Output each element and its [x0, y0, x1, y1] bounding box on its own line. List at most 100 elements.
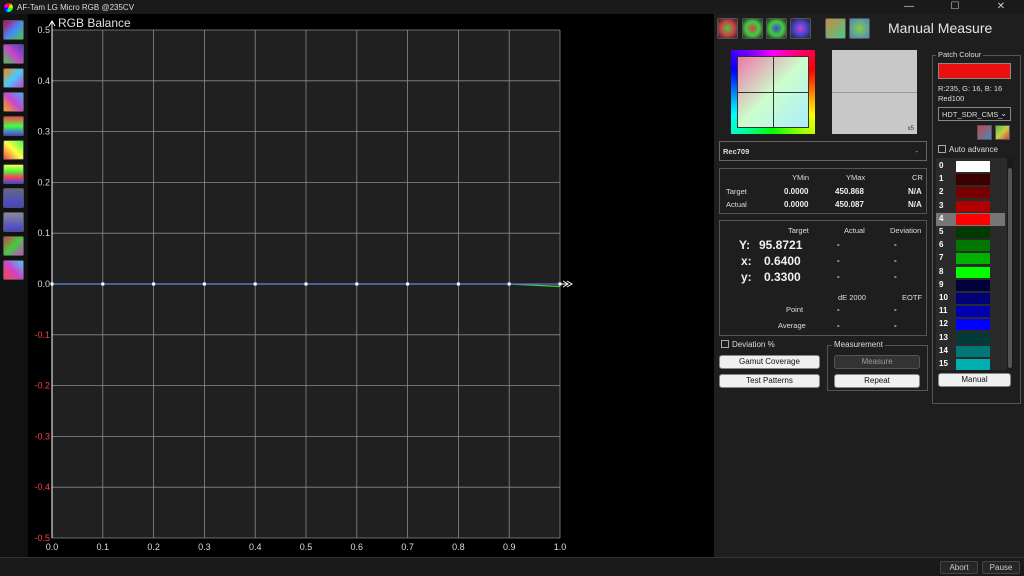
colorspace-name: Rec709 [723, 147, 750, 156]
gamut-icon[interactable] [3, 44, 24, 64]
patch-swatch [956, 187, 990, 199]
scrollbar-thumb[interactable] [1008, 168, 1012, 368]
preview-zoom: x5 [907, 126, 914, 132]
patch-icon-2[interactable] [742, 18, 763, 39]
y-luma-actual: - [837, 240, 840, 249]
average-de: - [837, 321, 840, 330]
rgb-balance-icon[interactable] [3, 116, 24, 136]
maximize-button[interactable]: ☐ [932, 0, 978, 14]
deviation-checkbox[interactable] [721, 340, 729, 348]
target-icon[interactable] [849, 18, 870, 39]
patch-row-10[interactable]: 10 [936, 292, 1005, 305]
repeat-button[interactable]: Repeat [834, 374, 920, 388]
patch-row-6[interactable]: 6 [936, 239, 1005, 252]
colorspace-extra: - [915, 147, 919, 156]
meas-deviation-header: Deviation [890, 226, 922, 235]
patch-row-1[interactable]: 1 [936, 173, 1005, 186]
cie-diagram-icon[interactable] [3, 20, 24, 40]
target-label: Target [726, 187, 747, 196]
y-luma-deviation: - [894, 240, 897, 249]
patch-row-14[interactable]: 14 [936, 345, 1005, 358]
x-tick-label: 0.2 [147, 542, 160, 552]
x-tick-label: 0.4 [249, 542, 262, 552]
average-eotf: - [894, 321, 897, 330]
patch-row-8[interactable]: 8 [936, 266, 1005, 279]
abort-button[interactable]: Abort [940, 561, 978, 574]
patch-icon-4[interactable] [790, 18, 811, 39]
patch-list-scrollbar[interactable] [1007, 158, 1013, 370]
patch-number: 8 [939, 266, 944, 276]
patch-swatch [956, 200, 990, 212]
data-point [50, 282, 54, 286]
gamut-coverage-button[interactable]: Gamut Coverage [719, 355, 820, 369]
patch-icon-1[interactable] [717, 18, 738, 39]
patch-row-0[interactable]: 0 [936, 160, 1005, 173]
patch-rgb-values: R:235, G: 16, B: 16 [938, 84, 1003, 93]
deltae-icon[interactable] [3, 188, 24, 208]
actual-ymin: 0.0000 [784, 200, 809, 209]
title-bar: AF-Tam LG Micro RGB @235CV — ☐ ✕ [0, 0, 1024, 14]
patch-editor-icon[interactable] [977, 125, 992, 140]
luminance-icon[interactable] [3, 140, 24, 160]
patch-number: 4 [939, 213, 944, 223]
patch-swatch [956, 279, 990, 291]
auto-advance-checkbox[interactable] [938, 145, 946, 153]
y-luma-target: 95.8721 [759, 238, 803, 252]
spectrum-icon[interactable] [3, 260, 24, 280]
measurement-table: Target Actual Deviation Y: 95.8721 - - x… [719, 220, 927, 336]
patch-row-13[interactable]: 13 [936, 332, 1005, 345]
close-button[interactable]: ✕ [978, 0, 1024, 14]
patch-row-2[interactable]: 2 [936, 186, 1005, 199]
x-deviation: - [894, 256, 897, 265]
ymin-header: YMin [792, 173, 810, 182]
color-picker[interactable] [731, 50, 815, 134]
eotf-icon[interactable] [3, 212, 24, 232]
patch-preset-value: HDT_SDR_CMS_ [942, 110, 1003, 119]
x-tick-label: 0.9 [503, 542, 516, 552]
patch-row-4[interactable]: 4 [936, 212, 1005, 226]
x-tick-label: 0.5 [300, 542, 313, 552]
status-bar: Abort Pause [0, 557, 1024, 576]
y-tick-label: -0.2 [34, 381, 50, 391]
patch-row-9[interactable]: 9 [936, 279, 1005, 292]
patch-row-5[interactable]: 5 [936, 226, 1005, 239]
eotf-header: EOTF [902, 293, 922, 302]
y-tick-label: 0.3 [37, 127, 50, 137]
x-target: 0.6400 [764, 254, 801, 268]
colorchecker-icon[interactable] [3, 164, 24, 184]
patch-preset-select[interactable]: HDT_SDR_CMS_ ⌄ [938, 107, 1011, 121]
data-point [152, 282, 156, 286]
manual-button[interactable]: Manual [938, 373, 1011, 387]
meas-target-header: Target [788, 226, 809, 235]
patch-sequence-icon[interactable] [995, 125, 1010, 140]
minimize-button[interactable]: — [886, 0, 932, 14]
patch-swatch [956, 293, 990, 304]
patch-list[interactable]: 0 1 2 3 4 5 6 7 8 9 10 11 12 13 14 15 [936, 158, 1007, 370]
patch-row-3[interactable]: 3 [936, 200, 1005, 213]
patch-row-11[interactable]: 11 [936, 305, 1005, 318]
contrast-icon[interactable] [3, 236, 24, 256]
patch-icon-3[interactable] [766, 18, 787, 39]
patch-row-7[interactable]: 7 [936, 252, 1005, 265]
target-ymax: 450.868 [835, 187, 864, 196]
pause-button[interactable]: Pause [982, 561, 1020, 574]
y-deviation: - [894, 272, 897, 281]
patch-row-12[interactable]: 12 [936, 318, 1005, 331]
auto-advance-label: Auto advance [949, 145, 998, 154]
y-tick-label: 0.1 [37, 228, 50, 238]
patch-colour-title: Patch Colour [936, 50, 984, 59]
patch-swatch [956, 213, 990, 225]
patch-number: 7 [939, 253, 944, 263]
patch-swatch [956, 253, 990, 265]
test-patterns-button[interactable]: Test Patterns [719, 374, 820, 388]
actual-ymax: 450.087 [835, 200, 864, 209]
saturation-icon[interactable] [3, 68, 24, 88]
chart-svg: RGB Balance 0.0 0.1 0.2 0.3 0.4 0.5 0.6 0.7 0.8 0.… [34, 16, 573, 552]
ymax-header: YMax [846, 173, 866, 182]
data-point [558, 282, 562, 286]
measure-button[interactable]: Measure [834, 355, 920, 369]
patch-row-15[interactable]: 15 [936, 358, 1005, 370]
gamma-icon[interactable] [3, 92, 24, 112]
actual-cr: N/A [908, 200, 922, 209]
wand-icon[interactable] [825, 18, 846, 39]
